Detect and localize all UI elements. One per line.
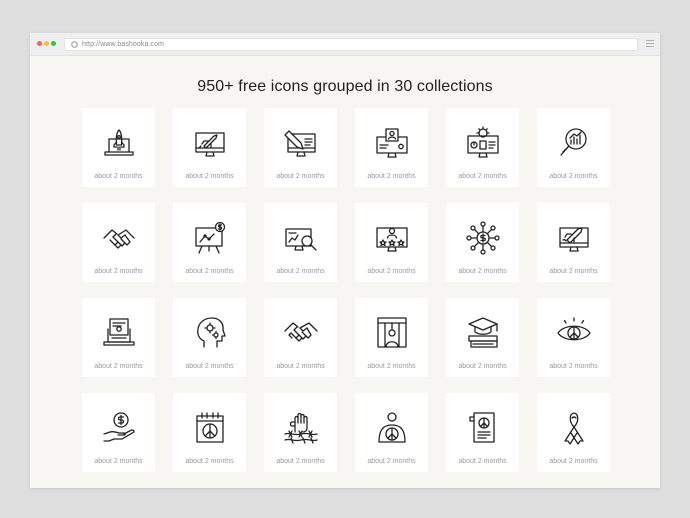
icon-card[interactable]: about 2 months [264,108,337,187]
icon-card[interactable]: about 2 months [173,393,246,472]
handshake-icon [101,220,137,256]
card-caption: about 2 months [185,458,234,465]
card-caption: about 2 months [549,173,598,180]
card-caption: about 2 months [276,268,325,275]
card-caption: about 2 months [276,173,325,180]
icon-card[interactable]: about 2 months [446,108,519,187]
awareness-ribbon-icon [556,410,592,446]
url-text: http://www.bashooka.com [82,41,165,48]
address-bar[interactable]: http://www.bashooka.com [64,38,638,51]
eye-peace-icon [556,315,592,351]
card-caption: about 2 months [549,268,598,275]
icon-card[interactable]: about 2 months [537,393,610,472]
globe-icon [68,39,80,50]
icon-card[interactable]: about 2 months [264,203,337,282]
card-caption: about 2 months [185,268,234,275]
page-title: 950+ free icons grouped in 30 collection… [197,78,493,95]
icon-card[interactable]: about 2 months [173,203,246,282]
card-caption: about 2 months [458,268,507,275]
icon-card[interactable]: about 2 months [537,203,610,282]
icon-card[interactable]: about 2 months [446,393,519,472]
card-caption: about 2 months [458,363,507,370]
presentation-board-dollar-icon [192,220,228,256]
icon-card[interactable]: about 2 months [355,393,428,472]
calendar-peace-icon [192,410,228,446]
icon-card[interactable]: about 2 months [82,108,155,187]
card-caption: about 2 months [94,363,143,370]
laptop-document-icon [101,315,137,351]
monitor-dashboard-gear-icon [465,125,501,161]
prisoner-bars-icon [374,315,410,351]
card-caption: about 2 months [276,458,325,465]
monitor-profile-card-icon [374,125,410,161]
card-caption: about 2 months [549,363,598,370]
card-caption: about 2 months [276,363,325,370]
browser-window: http://www.bashooka.com 950+ free icons … [30,33,660,488]
icon-card[interactable]: about 2 months [355,108,428,187]
icon-card[interactable]: about 2 months [264,298,337,377]
document-peace-icon [465,410,501,446]
card-caption: about 2 months [185,173,234,180]
icon-collection-grid: about 2 months about 2 months about 2 mo… [82,108,610,472]
card-caption: about 2 months [367,268,416,275]
head-gears-icon [192,315,228,351]
icon-card[interactable]: about 2 months [446,203,519,282]
handshake-deal-icon [283,315,319,351]
icon-card[interactable]: about 2 months [355,203,428,282]
minimize-window-button[interactable] [44,41,49,46]
card-caption: about 2 months [458,173,507,180]
icon-card[interactable]: about 2 months [355,298,428,377]
graduation-books-icon [465,315,501,351]
card-caption: about 2 months [367,458,416,465]
icon-card[interactable]: about 2 months [446,298,519,377]
dollar-network-icon [465,220,501,256]
monitor-rocket-launch-icon [556,220,592,256]
card-caption: about 2 months [458,458,507,465]
icon-card[interactable]: about 2 months [82,298,155,377]
magnifier-chart-icon [556,125,592,161]
card-caption: about 2 months [367,173,416,180]
card-caption: about 2 months [94,173,143,180]
monitor-design-tools-icon [283,125,319,161]
icon-card[interactable]: about 2 months [173,108,246,187]
monitor-search-chart-icon [283,220,319,256]
hand-coin-icon [101,410,137,446]
close-window-button[interactable] [37,41,42,46]
card-caption: about 2 months [94,458,143,465]
maximize-window-button[interactable] [51,41,56,46]
browser-toolbar: http://www.bashooka.com [30,33,660,56]
monitor-user-rating-icon [374,220,410,256]
monitor-rocket-icon [192,125,228,161]
icon-card[interactable]: about 2 months [537,108,610,187]
hamburger-menu-icon[interactable] [646,40,654,48]
icon-card[interactable]: about 2 months [82,393,155,472]
card-caption: about 2 months [367,363,416,370]
icon-card[interactable]: about 2 months [264,393,337,472]
person-peace-icon [374,410,410,446]
card-caption: about 2 months [94,268,143,275]
card-caption: about 2 months [549,458,598,465]
icon-card[interactable]: about 2 months [173,298,246,377]
laptop-rocket-icon [101,125,137,161]
card-caption: about 2 months [185,363,234,370]
icon-card[interactable]: about 2 months [82,203,155,282]
icon-card[interactable]: about 2 months [537,298,610,377]
fist-barbed-wire-icon [283,410,319,446]
